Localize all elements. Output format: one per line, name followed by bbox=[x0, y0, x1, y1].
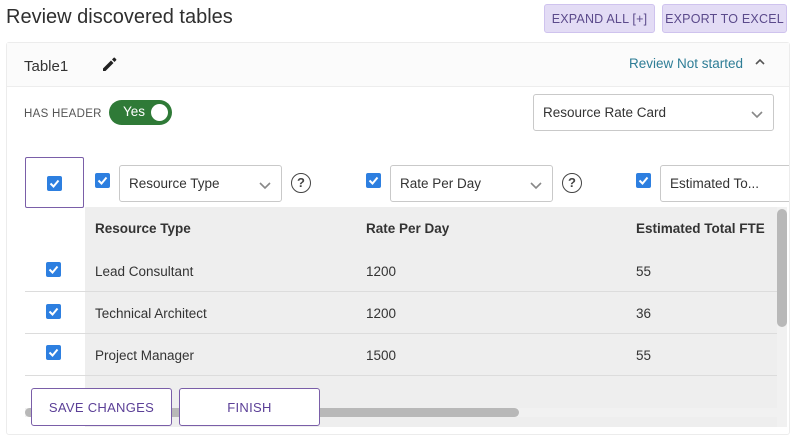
select-all-checkbox[interactable] bbox=[47, 176, 62, 191]
row-divider bbox=[25, 375, 785, 376]
table-cell: 55 bbox=[636, 348, 652, 363]
question-circle-icon[interactable]: ? bbox=[291, 173, 311, 193]
toggle-knob bbox=[151, 104, 168, 121]
export-to-excel-button[interactable]: EXPORT TO EXCEL bbox=[662, 4, 787, 33]
column-mapping-select-1[interactable]: Resource Type bbox=[119, 165, 282, 202]
table-type-select[interactable]: Resource Rate Card bbox=[533, 94, 774, 131]
column-checkbox-1[interactable] bbox=[95, 173, 110, 188]
review-status-link[interactable]: Review Not started bbox=[629, 56, 743, 71]
row-divider bbox=[25, 333, 785, 334]
save-changes-button[interactable]: SAVE CHANGES bbox=[31, 388, 172, 426]
column-header: Estimated Total FTE bbox=[636, 221, 765, 236]
expand-all-button[interactable]: EXPAND ALL [+] bbox=[544, 4, 655, 33]
page-title: Review discovered tables bbox=[6, 6, 233, 28]
row-checkbox[interactable] bbox=[46, 345, 61, 360]
table-cell: 55 bbox=[636, 264, 652, 279]
table-type-value: Resource Rate Card bbox=[543, 105, 667, 120]
table-cell: Technical Architect bbox=[95, 306, 207, 321]
row-checkbox[interactable] bbox=[46, 304, 61, 319]
vertical-scrollbar[interactable] bbox=[777, 207, 787, 427]
table-card-header[interactable]: Table1 Review Not started bbox=[7, 43, 789, 87]
table-cell: 36 bbox=[636, 306, 652, 321]
table-cell: 1200 bbox=[366, 264, 397, 279]
column-header: Resource Type bbox=[95, 221, 191, 236]
row-checkbox[interactable] bbox=[46, 262, 61, 277]
column-checkbox-3[interactable] bbox=[636, 173, 651, 188]
select-all-box[interactable] bbox=[25, 157, 84, 208]
question-circle-icon[interactable]: ? bbox=[562, 173, 582, 193]
pencil-icon[interactable] bbox=[101, 55, 119, 73]
finish-button[interactable]: FINISH bbox=[179, 388, 320, 426]
table-cell: Lead Consultant bbox=[95, 264, 194, 279]
column-mapping-value: Resource Type bbox=[129, 176, 220, 191]
chevron-up-icon[interactable] bbox=[753, 55, 767, 69]
column-mapping-value: Rate Per Day bbox=[400, 176, 482, 191]
table-cell: Project Manager bbox=[95, 348, 195, 363]
column-mapping-value: Estimated To... bbox=[670, 176, 760, 191]
vertical-scroll-thumb[interactable] bbox=[777, 209, 787, 327]
chevron-down-icon bbox=[529, 178, 543, 192]
table-card: Table1 Review Not started HAS HEADER Yes… bbox=[6, 42, 790, 435]
has-header-toggle[interactable]: Yes bbox=[109, 100, 172, 125]
row-divider bbox=[25, 291, 785, 292]
column-mapping-select-2[interactable]: Rate Per Day bbox=[390, 165, 553, 202]
has-header-label: HAS HEADER bbox=[24, 108, 102, 120]
table-name: Table1 bbox=[24, 58, 69, 75]
column-checkbox-2[interactable] bbox=[366, 173, 381, 188]
column-header: Rate Per Day bbox=[366, 221, 450, 236]
column-mapping-select-3[interactable]: Estimated To... bbox=[660, 165, 789, 202]
table-cell: 1500 bbox=[366, 348, 397, 363]
toggle-label: Yes bbox=[123, 104, 146, 119]
chevron-down-icon bbox=[750, 107, 764, 121]
chevron-down-icon bbox=[258, 178, 272, 192]
table-cell: 1200 bbox=[366, 306, 397, 321]
